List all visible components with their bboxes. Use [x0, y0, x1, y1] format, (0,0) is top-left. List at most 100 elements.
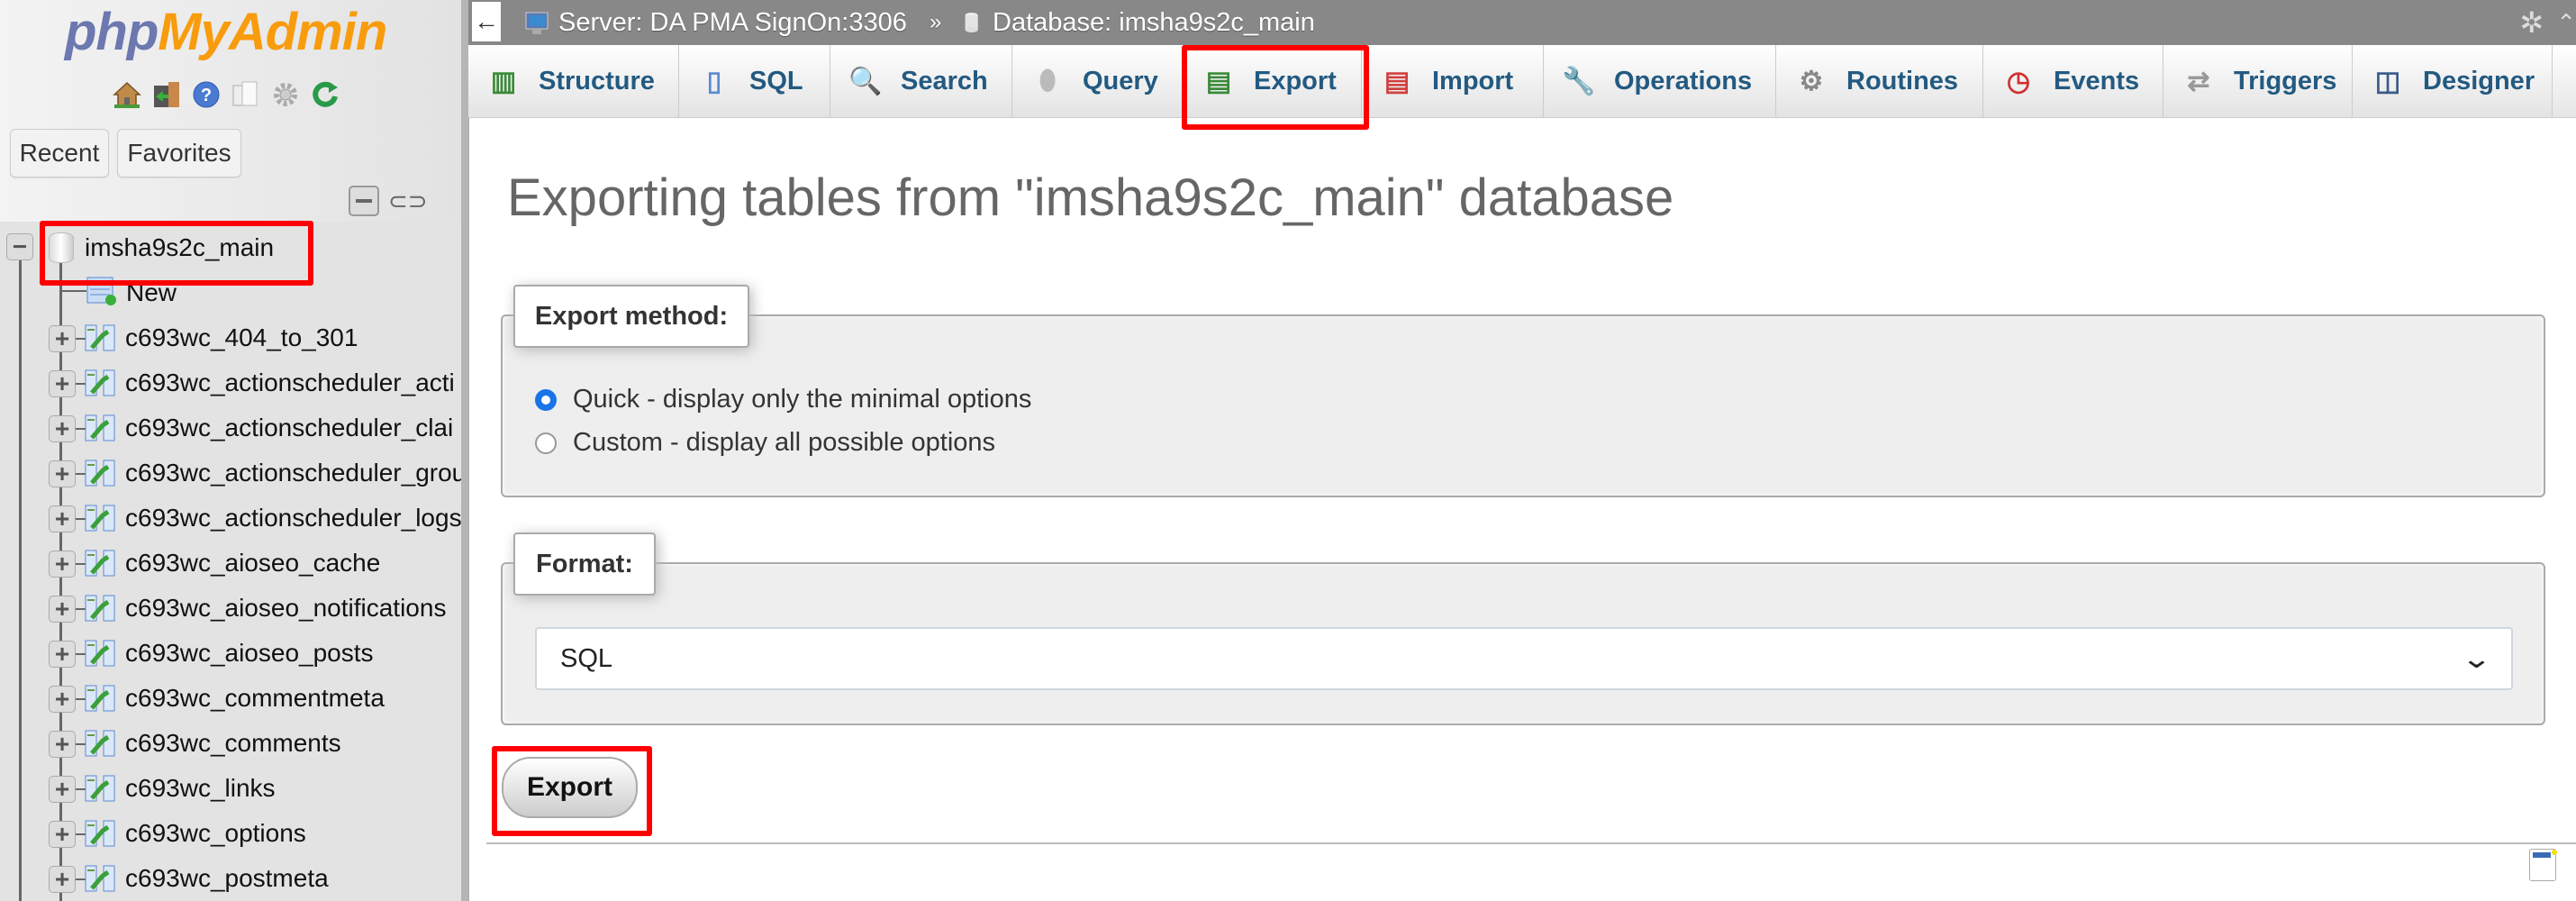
table-icon[interactable]: [85, 458, 115, 488]
help-icon[interactable]: ?: [191, 79, 222, 110]
database-tree: − imsha9s2c_main New + c693wc_404_to_301 +…: [0, 222, 468, 901]
tree-table-item[interactable]: c693wc_aioseo_notifications: [125, 586, 446, 631]
expand-table-icon[interactable]: +: [49, 415, 76, 442]
expand-table-icon[interactable]: +: [49, 370, 76, 397]
tree-table-item[interactable]: c693wc_postmeta: [125, 856, 329, 901]
expand-table-icon[interactable]: +: [49, 866, 76, 893]
radio-quick-label[interactable]: Quick - display only the minimal options: [573, 385, 1031, 414]
table-icon[interactable]: [85, 773, 115, 804]
tree-database-item[interactable]: imsha9s2c_main: [85, 225, 274, 270]
collapse-top-icon[interactable]: ⌃: [2556, 9, 2576, 37]
logout-icon[interactable]: [151, 79, 182, 110]
expand-table-icon[interactable]: +: [49, 551, 76, 578]
collapse-all-icon[interactable]: [349, 186, 379, 216]
svg-text:?: ?: [201, 86, 212, 105]
home-icon[interactable]: [112, 79, 142, 110]
triggers-icon: ⇄: [2187, 66, 2210, 96]
export-button[interactable]: Export: [502, 757, 638, 818]
tab-label: Events: [2054, 66, 2140, 96]
console-icon[interactable]: [2529, 849, 2557, 881]
tree-table-item[interactable]: c693wc_aioseo_posts: [125, 631, 374, 676]
radio-quick-input[interactable]: [535, 388, 557, 411]
tree-table-item[interactable]: c693wc_actionscheduler_clai: [125, 405, 453, 450]
format-select[interactable]: SQL ⌄: [535, 627, 2513, 690]
table-icon[interactable]: [85, 683, 115, 714]
tree-table-item[interactable]: c693wc_404_to_301: [125, 315, 358, 360]
logo-php: php: [65, 3, 159, 61]
database-tabs: ▥ Structure ▯ SQL 🔍 Search ⬮ Query ▤ Export ▤ Impor…: [468, 45, 2576, 118]
radio-custom-label[interactable]: Custom - display all possible options: [573, 428, 995, 458]
expand-table-icon[interactable]: +: [49, 686, 76, 713]
import-icon: ▤: [1383, 66, 1410, 96]
tab-search[interactable]: 🔍 Search: [830, 45, 1012, 117]
favorites-button[interactable]: Favorites: [117, 129, 241, 177]
tree-table-item[interactable]: c693wc_comments: [125, 721, 341, 766]
tab-label: Operations: [1614, 66, 1753, 96]
table-icon[interactable]: [85, 818, 115, 849]
table-icon[interactable]: [85, 638, 115, 669]
reload-icon[interactable]: [310, 79, 340, 110]
docs-icon[interactable]: [231, 79, 261, 110]
tree-line: [19, 258, 22, 901]
tab-routines[interactable]: ⚙ Routines: [1776, 45, 1983, 117]
expand-table-icon[interactable]: +: [49, 596, 76, 623]
collapse-db-icon[interactable]: −: [6, 233, 33, 260]
tree-table-item[interactable]: c693wc_aioseo_cache: [125, 541, 380, 586]
tree-table-item[interactable]: c693wc_options: [125, 811, 306, 856]
server-icon: [525, 12, 549, 34]
tab-label: Query: [1083, 66, 1158, 96]
settings-icon[interactable]: [270, 79, 301, 110]
expand-table-icon[interactable]: +: [49, 776, 76, 803]
table-icon[interactable]: [85, 413, 115, 443]
radio-quick[interactable]: Quick - display only the minimal options: [535, 385, 1031, 414]
link-with-main-icon[interactable]: ⊂⊃: [388, 187, 428, 215]
tab-operations[interactable]: 🔧 Operations: [1544, 45, 1776, 117]
breadcrumb-database[interactable]: Database: imsha9s2c_main: [964, 0, 1315, 45]
table-icon[interactable]: [85, 548, 115, 578]
tab-export[interactable]: ▤ Export: [1184, 45, 1362, 117]
expand-table-icon[interactable]: +: [49, 821, 76, 848]
expand-table-icon[interactable]: +: [49, 641, 76, 668]
breadcrumb-server[interactable]: Server: DA PMA SignOn:3306: [524, 0, 907, 45]
table-icon[interactable]: [85, 728, 115, 759]
database-label: Database: imsha9s2c_main: [993, 7, 1315, 37]
table-icon[interactable]: [85, 593, 115, 623]
sql-icon: ▯: [706, 66, 722, 96]
tab-structure[interactable]: ▥ Structure: [468, 45, 679, 117]
tab-label: Export: [1254, 66, 1337, 96]
radio-custom-input[interactable]: [535, 432, 557, 454]
tree-table-item[interactable]: c693wc_actionscheduler_logs: [125, 496, 462, 541]
tab-query[interactable]: ⬮ Query: [1012, 45, 1184, 117]
tab-import[interactable]: ▤ Import: [1362, 45, 1544, 117]
table-icon[interactable]: [85, 503, 115, 533]
routines-icon: ⚙: [1799, 66, 1824, 96]
table-icon[interactable]: [85, 323, 115, 353]
recent-button[interactable]: Recent: [10, 129, 109, 177]
table-icon[interactable]: [85, 863, 115, 894]
page-title: Exporting tables from "imsha9s2c_main" d…: [507, 168, 1674, 227]
expand-table-icon[interactable]: +: [49, 731, 76, 758]
expand-table-icon[interactable]: +: [49, 460, 76, 487]
phpmyadmin-logo[interactable]: phpMyAdmin: [65, 2, 387, 62]
tree-new-table[interactable]: New: [126, 270, 177, 315]
database-icon: [49, 232, 74, 263]
tree-table-item[interactable]: c693wc_actionscheduler_acti: [125, 360, 455, 405]
table-icon[interactable]: [85, 368, 115, 398]
tab-sql[interactable]: ▯ SQL: [679, 45, 830, 117]
back-button[interactable]: ←: [472, 2, 501, 41]
tree-controls: ⊂⊃: [349, 186, 428, 216]
tree-table-item[interactable]: c693wc_commentmeta: [125, 676, 385, 721]
tree-table-item[interactable]: c693wc_actionscheduler_grou: [125, 450, 466, 496]
nav-icons: ?: [112, 79, 340, 110]
expand-table-icon[interactable]: +: [49, 505, 76, 532]
tab-label: Designer: [2423, 66, 2535, 96]
tab-events[interactable]: ◷ Events: [1983, 45, 2163, 117]
expand-table-icon[interactable]: +: [49, 325, 76, 352]
settings-gear-icon[interactable]: ✲: [2519, 5, 2544, 40]
tab-designer[interactable]: ◫ Designer: [2353, 45, 2553, 117]
export-method-legend: Export method:: [513, 285, 749, 348]
tree-table-item[interactable]: c693wc_links: [125, 766, 276, 811]
wrench-icon: 🔧: [1562, 66, 1596, 96]
radio-custom[interactable]: Custom - display all possible options: [535, 428, 995, 458]
tab-triggers[interactable]: ⇄ Triggers: [2163, 45, 2353, 117]
